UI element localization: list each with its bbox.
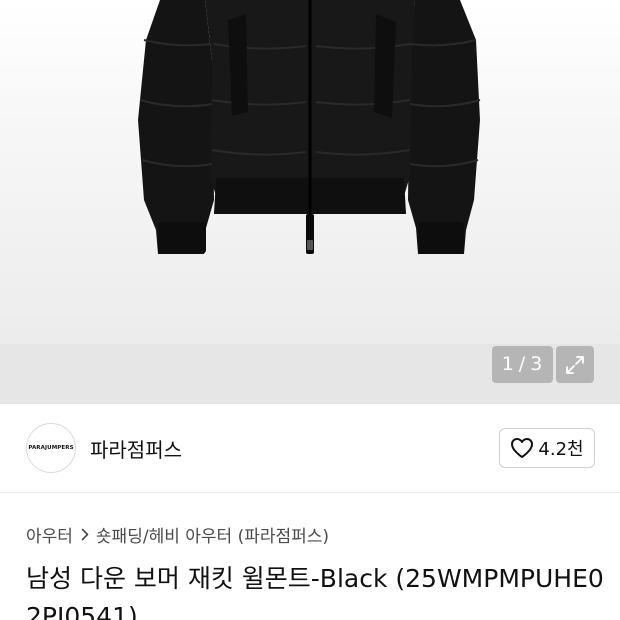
- expand-image-button[interactable]: [556, 346, 594, 383]
- like-button[interactable]: 4.2천: [499, 428, 595, 468]
- brand-logo[interactable]: PARAJUMPERS: [26, 423, 76, 473]
- product-image-gallery[interactable]: 1/3: [0, 0, 620, 404]
- brand-logo-text: PARAJUMPERS: [28, 445, 74, 451]
- category-breadcrumb: 아우터 숏패딩/헤비 아우터 (파라점퍼스): [26, 522, 329, 547]
- breadcrumb-level1-link[interactable]: 아우터: [26, 522, 73, 547]
- breadcrumb-level2-link[interactable]: 숏패딩/헤비 아우터 (파라점퍼스): [96, 522, 329, 547]
- image-page-indicator: 1/3: [492, 346, 553, 383]
- page-separator: /: [518, 353, 527, 375]
- expand-icon: [566, 355, 584, 374]
- brand-row: PARAJUMPERS 파라점퍼스 4.2천: [0, 404, 620, 493]
- product-photo-jacket[interactable]: [0, 0, 620, 344]
- heart-icon: [511, 438, 534, 458]
- like-count: 4.2천: [538, 439, 584, 460]
- brand-name-link[interactable]: 파라점퍼스: [90, 434, 182, 463]
- chevron-right-icon: [81, 528, 89, 541]
- current-page: 1: [501, 353, 515, 375]
- product-title: 남성 다운 보머 재킷 윌몬트-Black (25WMPMPUHE02PJ054…: [26, 564, 604, 620]
- total-pages: 3: [530, 353, 544, 375]
